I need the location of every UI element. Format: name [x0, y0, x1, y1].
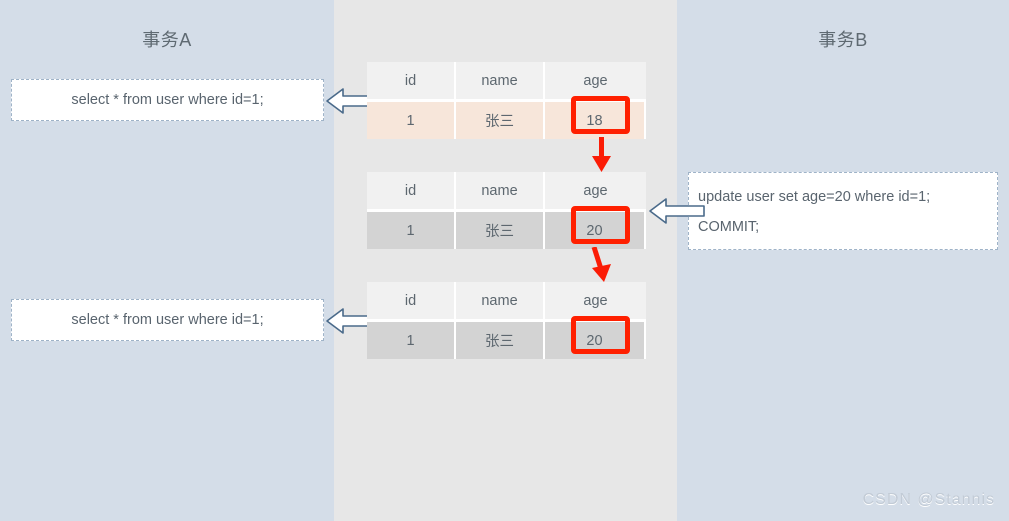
table-header-row: id name age: [367, 172, 646, 209]
table-row: 1 张三 20: [367, 319, 646, 359]
sql-text: select * from user where id=1;: [71, 312, 264, 328]
cell-age: 18: [545, 102, 646, 139]
table-row: 1 张三 18: [367, 99, 646, 139]
sql-text: select * from user where id=1;: [71, 92, 264, 108]
data-table-2: id name age 1 张三 20: [367, 172, 646, 249]
data-table-3: id name age 1 张三 20: [367, 282, 646, 359]
cell-id: 1: [367, 212, 456, 249]
column-header-age: age: [545, 282, 646, 319]
sql-statement-a-second: select * from user where id=1;: [11, 299, 324, 341]
diagram-canvas: 事务A select * from user where id=1; selec…: [0, 0, 1009, 521]
transaction-a-title: 事务A: [142, 30, 192, 50]
column-header-id: id: [367, 172, 456, 209]
cell-id: 1: [367, 102, 456, 139]
transaction-b-panel: 事务B: [677, 0, 1009, 521]
table-row: 1 张三 20: [367, 209, 646, 249]
transaction-b-title: 事务B: [818, 30, 868, 50]
cell-name: 张三: [456, 212, 545, 249]
red-down-arrow-1: [592, 137, 611, 172]
column-header-age: age: [545, 172, 646, 209]
column-header-age: age: [545, 62, 646, 99]
column-header-name: name: [456, 172, 545, 209]
red-down-arrow-2: [591, 247, 611, 282]
left-block-arrow-to-table-2: [649, 198, 705, 224]
sql-text-line-1: update user set age=20 where id=1;: [698, 189, 931, 205]
table-header-row: id name age: [367, 62, 646, 99]
cell-id: 1: [367, 322, 456, 359]
column-header-id: id: [367, 282, 456, 319]
column-header-name: name: [456, 282, 545, 319]
cell-name: 张三: [456, 322, 545, 359]
column-header-id: id: [367, 62, 456, 99]
watermark-text: CSDN @Stannis: [862, 491, 995, 508]
data-table-1: id name age 1 张三 18: [367, 62, 646, 139]
cell-age: 20: [545, 322, 646, 359]
table-header-row: id name age: [367, 282, 646, 319]
cell-name: 张三: [456, 102, 545, 139]
sql-statement-a-first: select * from user where id=1;: [11, 79, 324, 121]
sql-text-line-2: COMMIT;: [698, 219, 760, 235]
column-header-name: name: [456, 62, 545, 99]
cell-age: 20: [545, 212, 646, 249]
sql-statement-b: update user set age=20 where id=1; COMMI…: [688, 172, 998, 250]
